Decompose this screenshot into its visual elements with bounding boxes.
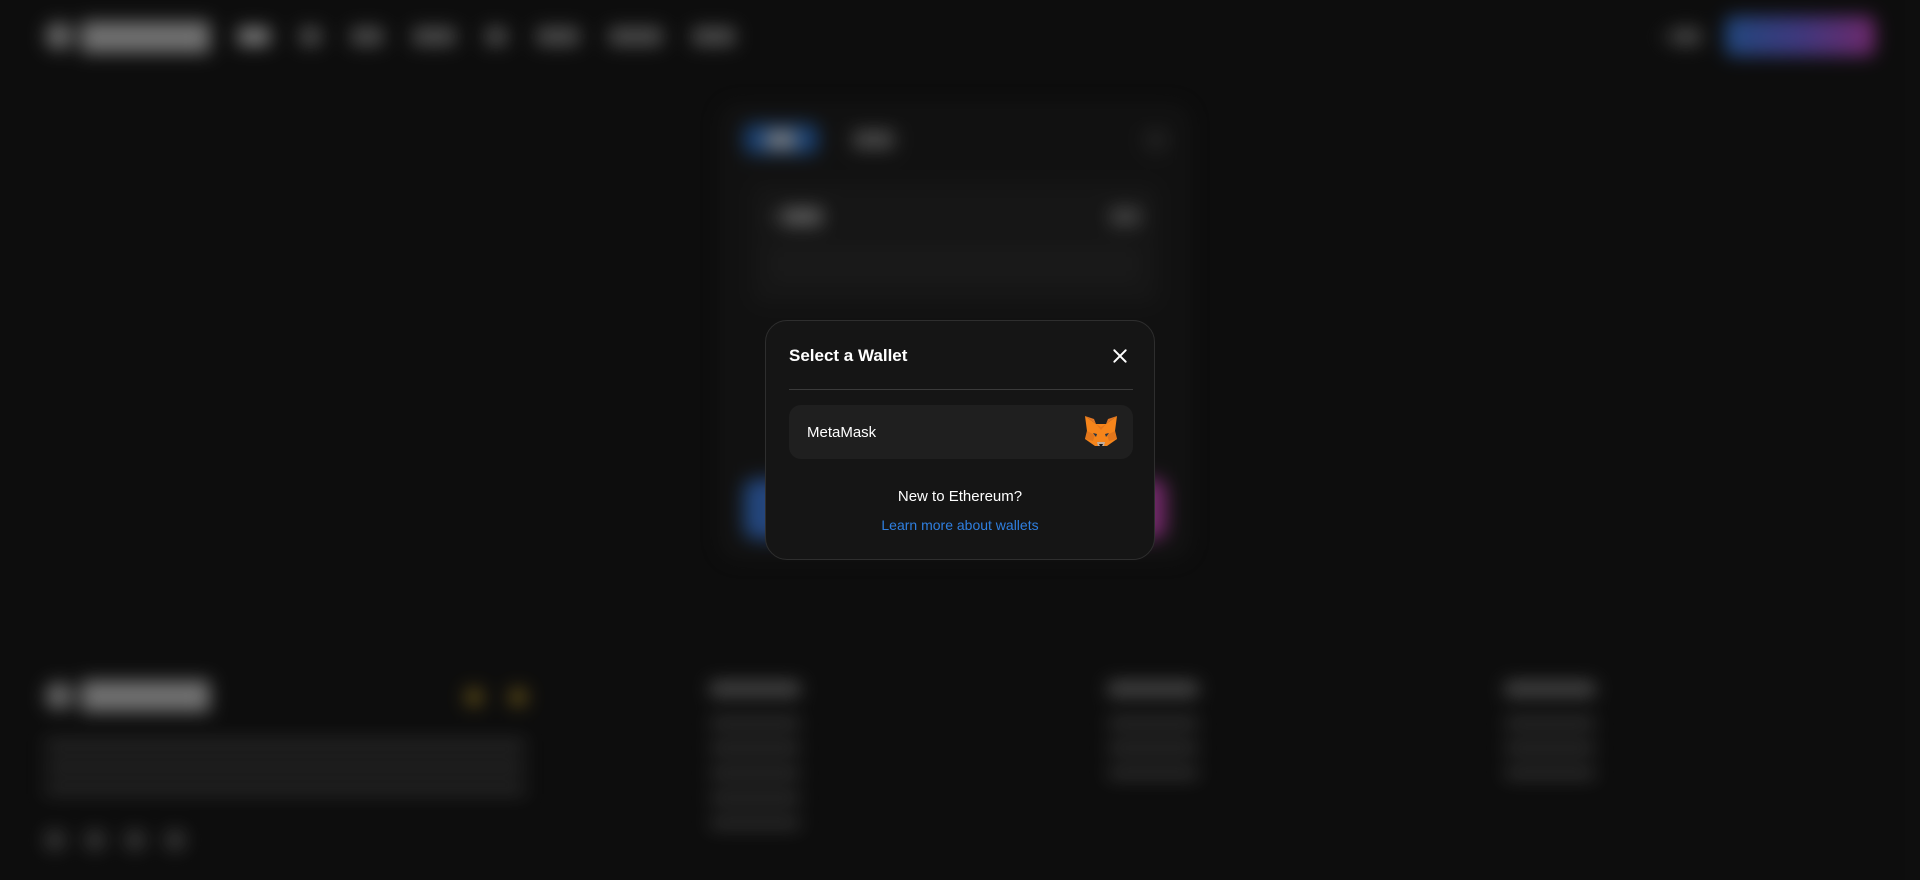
modal-title: Select a Wallet bbox=[789, 346, 908, 365]
close-icon[interactable] bbox=[1108, 344, 1132, 368]
metamask-fox-icon bbox=[1085, 416, 1117, 446]
wallet-name: MetaMask bbox=[807, 423, 877, 441]
new-to-ethereum-text: New to Ethereum? bbox=[897, 488, 1023, 505]
modal-divider bbox=[789, 389, 1133, 390]
learn-more-link[interactable]: Learn more about wallets bbox=[766, 517, 1154, 533]
wallet-option-metamask[interactable]: MetaMask bbox=[789, 405, 1133, 459]
select-wallet-modal: Select a Wallet MetaMask New to Ethereum… bbox=[765, 320, 1155, 560]
